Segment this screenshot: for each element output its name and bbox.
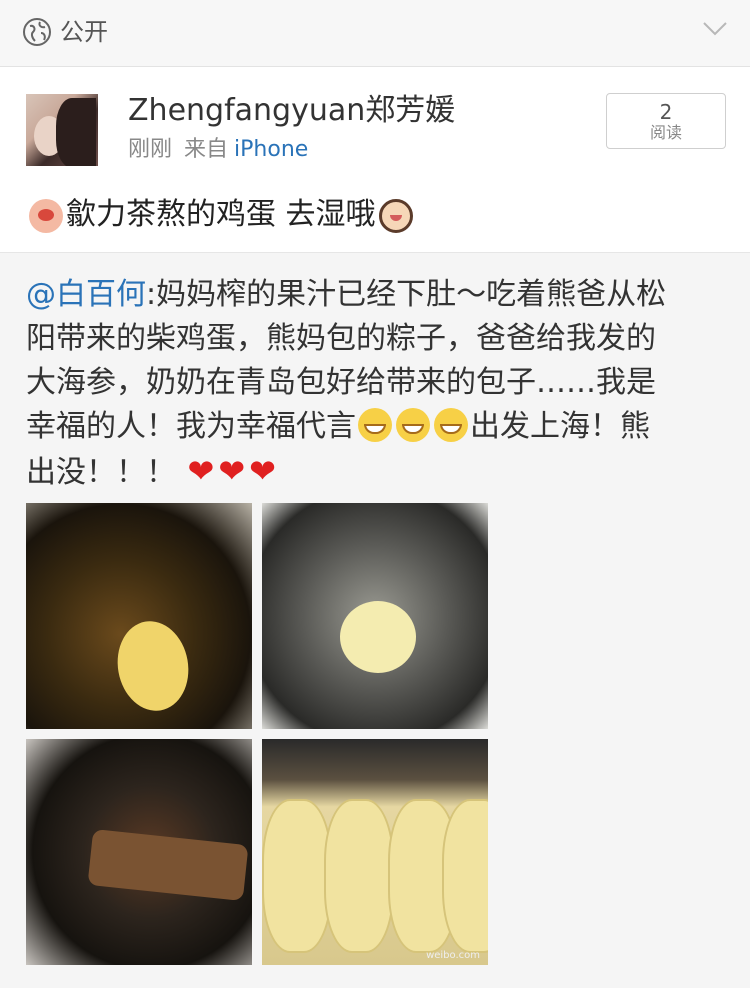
reposted-content[interactable]: @白百何:妈妈榨的果汁已经下肚～吃着熊爸从松 阳带来的柴鸡蛋，熊妈包的粽子，爸爸… [0, 252, 750, 988]
post-text-content: 歙力茶熬的鸡蛋 去湿哦 [66, 197, 376, 232]
heart-icon: ❤ [187, 452, 215, 490]
post-meta: 刚刚 来自 iPhone [128, 135, 308, 165]
post-text: 歙力茶熬的鸡蛋 去湿哦 [26, 193, 416, 237]
grin-emoji [396, 408, 430, 442]
girl-emoji [378, 198, 413, 233]
buns-photo[interactable]: weibo.com [262, 739, 488, 965]
repost-line-4b: 出发上海！熊 [470, 409, 650, 444]
egg-photo[interactable] [262, 503, 488, 729]
from-label: 来自 [184, 137, 229, 162]
repost-line-4a: 幸福的人！我为幸福代言 [26, 409, 356, 444]
post-time: 刚刚 [128, 137, 173, 162]
grin-emoji [434, 408, 468, 442]
zongzi-photo[interactable] [26, 503, 252, 729]
heart-icon: ❤ [249, 452, 276, 490]
globe-icon [23, 18, 51, 46]
visibility-label: 公开 [60, 18, 108, 46]
read-label: 阅读 [649, 123, 682, 142]
post-source[interactable]: iPhone [234, 137, 308, 162]
grin-emoji [358, 408, 392, 442]
read-count: 2 [659, 100, 673, 124]
read-count-badge: 2 阅读 [606, 93, 726, 149]
hen-emoji [29, 198, 63, 233]
repost-line-5: 出没！！！ [26, 455, 176, 490]
watermark: weibo.com [426, 950, 480, 961]
avatar[interactable] [26, 94, 98, 166]
repost-text: @白百何:妈妈榨的果汁已经下肚～吃着熊爸从松 阳带来的柴鸡蛋，熊妈包的粽子，爸爸… [26, 273, 726, 495]
sea-cucumber-photo[interactable] [26, 739, 252, 965]
repost-line-3: 大海参，奶奶在青岛包好给带来的包子……我是 [26, 365, 656, 400]
chevron-down-icon[interactable] [702, 20, 728, 38]
repost-line-1: :妈妈榨的果汁已经下肚～吃着熊爸从松 [146, 277, 667, 312]
visibility-bar[interactable]: 公开 [0, 0, 750, 67]
username[interactable]: Zhengfangyuan郑芳媛 [128, 93, 455, 129]
mention-link[interactable]: @白百何 [26, 277, 146, 312]
heart-icon: ❤ [218, 452, 246, 490]
repost-line-2: 阳带来的柴鸡蛋，熊妈包的粽子，爸爸给我发的 [26, 321, 656, 356]
